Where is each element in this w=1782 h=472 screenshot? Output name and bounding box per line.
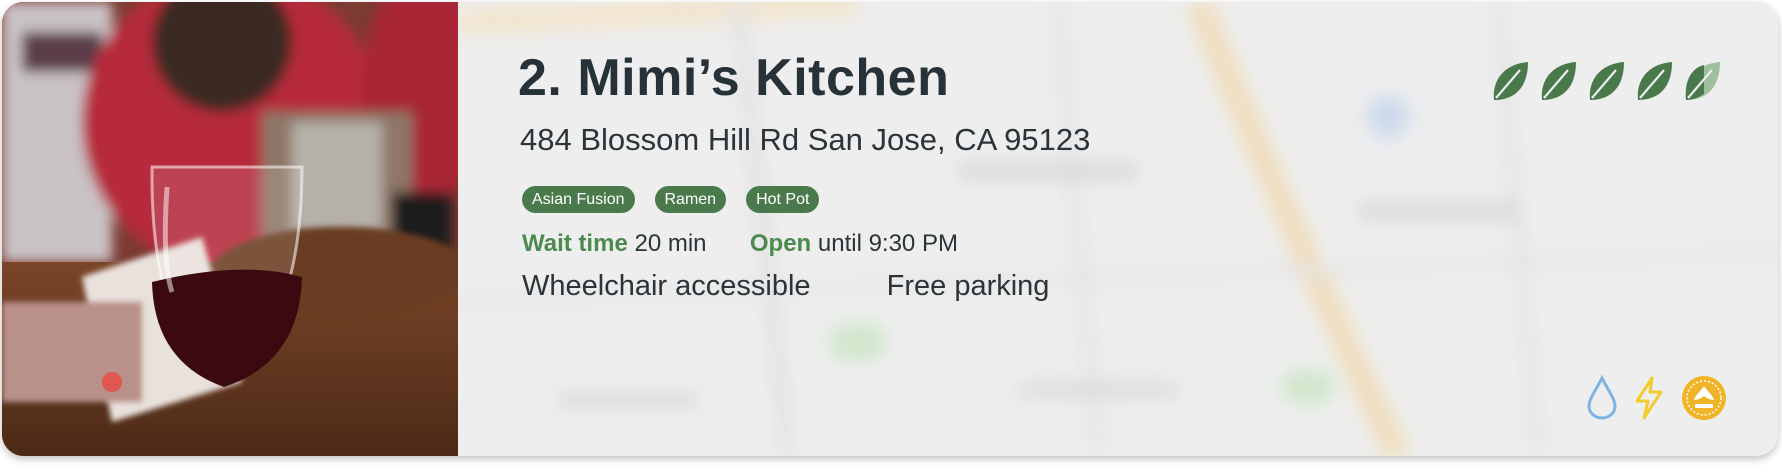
cuisine-tags: Asian Fusion Ramen Hot Pot (522, 186, 820, 213)
leed-certified-seal-icon (1682, 376, 1726, 420)
restaurant-address: 484 Blossom Hill Rd San Jose, CA 95123 (520, 122, 1091, 157)
open-hours-value: until 9:30 PM (817, 230, 958, 257)
restaurant-photo (2, 2, 458, 456)
half-leaf-icon (1685, 62, 1720, 100)
eco-badges (1586, 374, 1728, 422)
restaurant-name: Mimi’s Kitchen (577, 49, 950, 107)
lightning-bolt-icon (1635, 376, 1663, 420)
leaf-icon (1493, 62, 1528, 100)
water-drop-icon (1587, 375, 1617, 420)
sustainability-rating (1490, 58, 1722, 104)
open-status-label: Open (749, 230, 812, 257)
wait-time-value: 20 min (634, 230, 707, 257)
status-line: Wait time 20 min Open until 9:30 PM (522, 230, 958, 258)
cuisine-tag[interactable]: Asian Fusion (522, 186, 635, 213)
wait-time-label: Wait time (522, 230, 628, 257)
listing-number: 2. (518, 49, 563, 107)
amenity-parking: Free parking (886, 270, 1050, 302)
cuisine-tag[interactable]: Ramen (654, 186, 727, 213)
leaf-icon (1541, 62, 1576, 100)
restaurant-card[interactable]: 2. Mimi’s Kitchen 484 Blossom Hill Rd Sa… (2, 2, 1778, 456)
cuisine-tag[interactable]: Hot Pot (746, 186, 820, 213)
restaurant-info-panel: 2. Mimi’s Kitchen 484 Blossom Hill Rd Sa… (458, 2, 1778, 456)
leaf-icon (1589, 62, 1624, 100)
amenity-wheelchair: Wheelchair accessible (522, 270, 811, 302)
amenities-line: Wheelchair accessible Free parking (522, 270, 1049, 303)
leaf-icon (1637, 62, 1672, 100)
restaurant-title[interactable]: 2. Mimi’s Kitchen (518, 48, 949, 108)
